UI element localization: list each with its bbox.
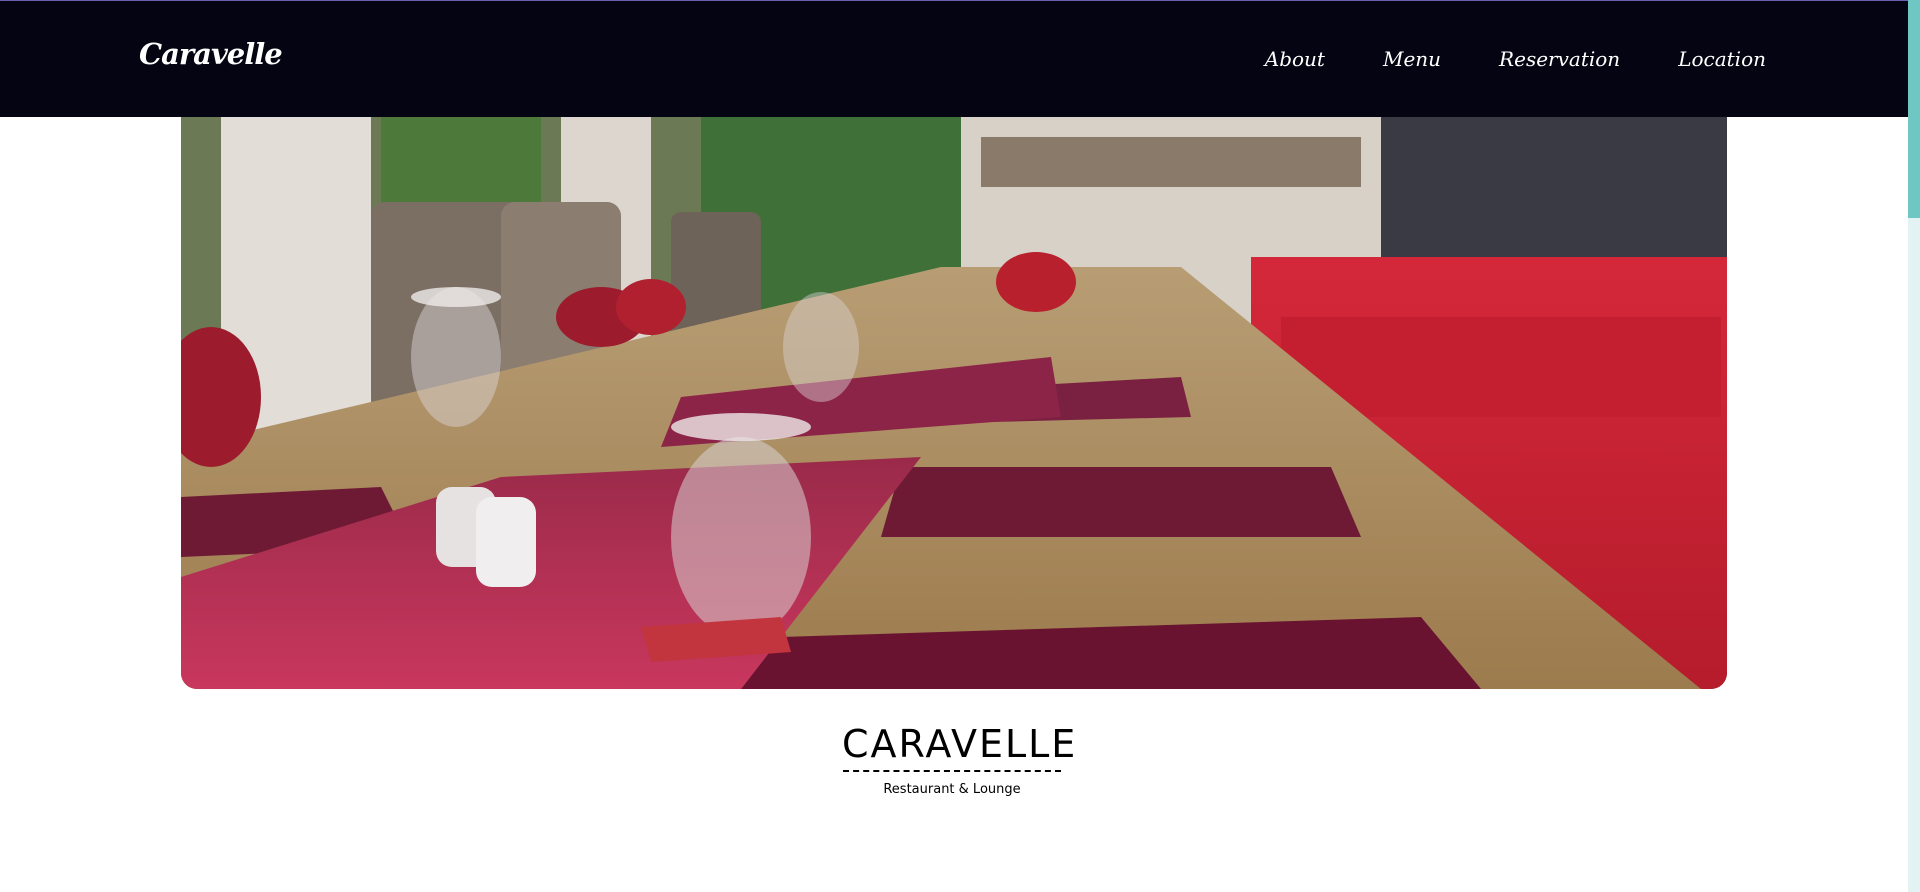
page: Caravelle About Menu Reservation Locatio… xyxy=(0,0,1920,892)
scrollbar-thumb[interactable] xyxy=(1908,0,1920,218)
nav-link-menu[interactable]: Menu xyxy=(1383,47,1441,71)
logo-tagline: Restaurant & Lounge xyxy=(883,782,1021,797)
nav-link-reservation[interactable]: Reservation xyxy=(1499,47,1620,71)
logo-wordmark: CARAVELLE xyxy=(842,722,1078,766)
nav-links: About Menu Reservation Location xyxy=(1265,47,1766,71)
brand-logo-link[interactable]: Caravelle xyxy=(139,37,283,71)
nav-link-about[interactable]: About xyxy=(1265,47,1325,71)
top-navbar: Caravelle About Menu Reservation Locatio… xyxy=(0,0,1908,117)
logo-divider xyxy=(843,770,1061,772)
page-scrollbar[interactable] xyxy=(1908,0,1920,892)
nav-link-location[interactable]: Location xyxy=(1678,47,1766,71)
hero-restaurant-photo xyxy=(181,117,1727,689)
caravelle-logo: CARAVELLE Restaurant & Lounge xyxy=(842,722,1078,797)
